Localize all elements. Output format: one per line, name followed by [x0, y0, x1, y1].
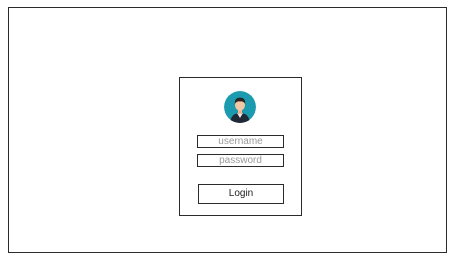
- page-frame: Login: [8, 7, 447, 253]
- login-button[interactable]: Login: [198, 184, 284, 204]
- password-input[interactable]: [197, 154, 284, 167]
- user-avatar-icon: [224, 91, 256, 123]
- login-card: Login: [179, 77, 302, 216]
- username-input[interactable]: [197, 135, 284, 148]
